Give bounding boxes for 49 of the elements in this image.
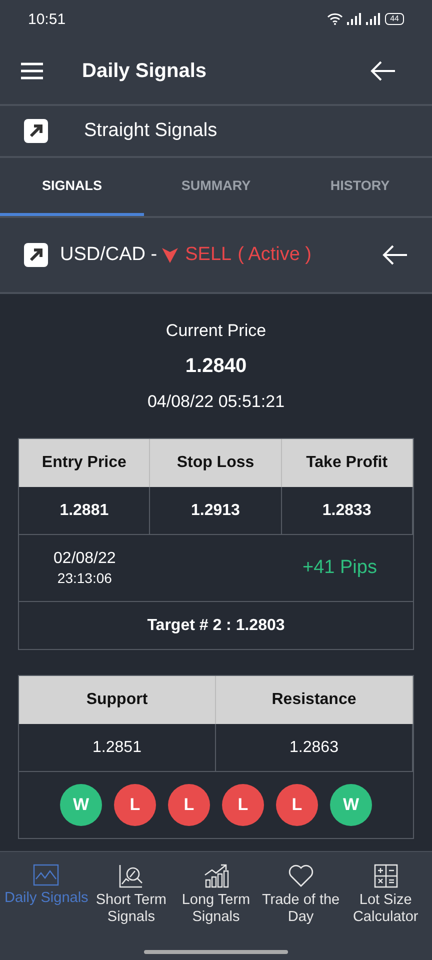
table-cell: 1.2863: [216, 724, 413, 772]
table-cell: 1.2851: [19, 724, 216, 772]
growth-chart-icon: [202, 864, 229, 888]
tab[interactable]: HISTORY: [288, 158, 432, 216]
column-header: Stop Loss: [150, 439, 282, 487]
column-header: Support: [19, 676, 216, 724]
result-badge: L: [168, 784, 210, 826]
heart-icon: [288, 864, 314, 888]
calculator-icon: [374, 864, 398, 888]
signal-status: ( Active ): [238, 244, 312, 266]
column-header: Resistance: [216, 676, 413, 724]
result-badge: W: [330, 784, 372, 826]
entry-time: 23:13:06: [57, 570, 112, 586]
table-cell: 1.2833: [282, 487, 413, 535]
current-price: 1.2840: [185, 355, 247, 378]
table-cell: 1.2881: [19, 487, 150, 535]
signal-direction: SELL: [185, 244, 232, 266]
wifi-icon: [327, 13, 344, 25]
result-badge: L: [276, 784, 318, 826]
down-arrow-icon: [161, 246, 180, 264]
result-badge: L: [114, 784, 156, 826]
pips-value: +41 Pips: [302, 557, 377, 579]
entry-date: 02/08/22: [54, 550, 116, 568]
category-label: Straight Signals: [84, 120, 218, 142]
pair-label: USD/CAD -: [60, 244, 158, 266]
back-button[interactable]: [382, 245, 408, 265]
tab[interactable]: SUMMARY: [144, 158, 288, 216]
current-datetime: 04/08/22 05:51:21: [147, 392, 285, 412]
current-price-label: Current Price: [166, 321, 266, 341]
signal-icon: [366, 13, 382, 25]
tab[interactable]: SIGNALS: [0, 158, 144, 216]
result-badge: L: [222, 784, 264, 826]
nav-item[interactable]: Lot Size Calculator: [343, 864, 428, 926]
signal-icon: [347, 13, 362, 25]
result-badge: W: [60, 784, 102, 826]
status-time: 10:51: [28, 10, 66, 28]
target-cell-text: Target # 2 : 1.2803: [146, 616, 286, 636]
battery-indicator: 44: [385, 13, 404, 25]
column-header: Entry Price: [19, 439, 150, 487]
table-cell: 1.2913: [150, 487, 282, 535]
column-header: Take Profit: [282, 439, 413, 487]
chart-icon: [33, 864, 60, 886]
page-title: Daily Signals: [82, 60, 206, 82]
nav-item[interactable]: Long Term Signals: [174, 864, 258, 926]
analysis-icon: [118, 864, 144, 888]
nav-item[interactable]: Trade of the Day: [258, 864, 344, 926]
back-button[interactable]: [370, 61, 396, 81]
nav-item[interactable]: Short Term Signals: [88, 864, 174, 926]
menu-button[interactable]: [20, 62, 44, 80]
